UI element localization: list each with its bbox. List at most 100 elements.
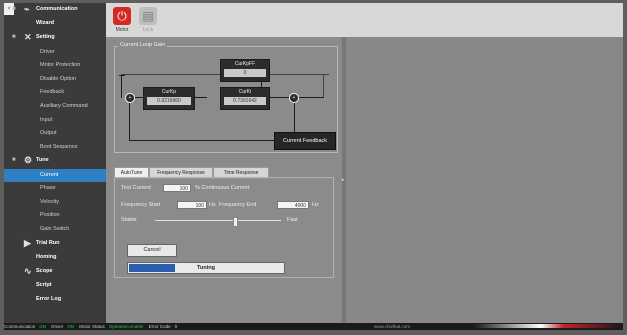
stable-label: Stable: [121, 217, 137, 223]
sidebar-item-output[interactable]: Output: [4, 127, 106, 140]
status-motor-label: Motor Status: [79, 324, 105, 329]
sidebar-item-driver[interactable]: Driver: [4, 46, 106, 59]
sidebar-item-homing[interactable]: Homing: [4, 251, 106, 264]
sidebar-item-phase[interactable]: Phase: [4, 182, 106, 195]
sidebar-item-scope[interactable]: Scope ∿: [4, 265, 106, 278]
freq-end-unit: Hz: [312, 202, 319, 208]
sidebar-item-label: Homing: [36, 253, 57, 260]
wire: [121, 74, 122, 98]
status-driver-value: ON: [67, 324, 75, 329]
tuning-slider-track[interactable]: [155, 220, 281, 221]
status-driver-label: Driver: [51, 324, 64, 329]
sidebar-item-label: Driver: [40, 48, 55, 55]
status-error-label: Error Code: [148, 324, 171, 329]
sidebar-item-label: Communication: [36, 6, 78, 12]
cancel-button[interactable]: Cancel: [127, 244, 177, 257]
current-feedback-block: Current Feedback: [274, 132, 336, 150]
summing-junction: +: [125, 93, 135, 103]
status-error-value: 0: [174, 324, 178, 329]
sidebar-item-tune[interactable]: Tune ⚙ ■: [4, 154, 106, 167]
sidebar: ‹ Communication ⌁ ■ Wizard Setting ✕ ■ Driver Mo…: [4, 3, 106, 323]
test-current-label: Test Current: [121, 185, 151, 191]
sidebar-item-disable-option[interactable]: Disable Option: [4, 73, 106, 86]
lock-label: Lock: [142, 27, 154, 33]
tuning-panel: Current Loop Gain + + CurKpFF 0 CurKp 0.…: [106, 37, 342, 323]
power-icon: ⏻: [113, 7, 131, 25]
sidebar-item-setting[interactable]: Setting ✕ ■: [4, 31, 106, 44]
curki-block: CurKi 0.7391642: [220, 87, 270, 110]
sidebar-item-label: Motor Protection: [40, 62, 81, 69]
freq-start-input[interactable]: 100: [177, 201, 207, 209]
sidebar-item-label: Auxiliary Command: [40, 103, 88, 109]
sidebar-item-label: Wizard: [36, 20, 54, 27]
sidebar-item-label: Output: [40, 130, 57, 137]
wire: [299, 97, 324, 98]
wire: [323, 74, 324, 98]
sidebar-item-label: Scope: [36, 268, 53, 274]
sidebar-item-communication[interactable]: Communication ⌁ ■: [4, 3, 106, 16]
test-current-input[interactable]: 100: [163, 184, 191, 192]
expand-icon[interactable]: ■: [12, 31, 16, 44]
curkp-block: CurKp 0.9219960: [143, 87, 195, 110]
wire: [294, 102, 295, 132]
curki-label: CurKi: [238, 89, 252, 95]
expand-icon[interactable]: ■: [12, 3, 16, 16]
fast-label: Fast: [287, 217, 298, 223]
curkpff-field[interactable]: 0: [224, 69, 266, 77]
wire: [195, 97, 207, 98]
motor-button[interactable]: ⏻ Motor: [110, 6, 134, 36]
tuning-progress-bar: Tuning: [127, 262, 285, 274]
current-loop-gain-group: Current Loop Gain + + CurKpFF 0 CurKp 0.…: [114, 42, 338, 153]
curkp-field[interactable]: 0.9219960: [147, 97, 191, 105]
sidebar-item-auxiliary-command[interactable]: Auxiliary Command: [4, 100, 106, 113]
sidebar-item-label: Gain Switch: [40, 226, 70, 232]
expand-icon[interactable]: ■: [12, 154, 16, 167]
plug-icon: ⌁: [24, 4, 30, 14]
sidebar-item-motor-protection[interactable]: Motor Protection: [4, 59, 106, 72]
scope-icon: ∿: [24, 266, 32, 276]
freq-end-input[interactable]: 4000: [277, 201, 309, 209]
summing-junction: +: [289, 93, 299, 103]
sidebar-item-wizard[interactable]: Wizard: [4, 17, 106, 30]
freq-end-label: Frequency End: [219, 202, 257, 208]
sidebar-item-label: Script: [36, 282, 52, 289]
status-communication-value: ON: [39, 324, 47, 329]
sidebar-item-label: Boot Sequence: [40, 143, 78, 150]
curkp-label: CurKp: [161, 89, 177, 95]
sidebar-item-label: Input: [40, 116, 53, 123]
sidebar-item-label: Trial Run: [36, 239, 60, 246]
tuning-slider-thumb[interactable]: [233, 217, 238, 227]
sidebar-item-current[interactable]: Current: [4, 168, 106, 182]
test-current-unit: % Continuous Current: [195, 185, 250, 191]
sidebar-item-label: Error Log: [36, 296, 62, 303]
wire: [267, 97, 289, 98]
group-title: Current Loop Gain: [118, 42, 168, 48]
freq-start-unit: Hz: [209, 202, 216, 208]
curki-field[interactable]: 0.7391642: [224, 97, 266, 105]
wire: [129, 140, 274, 141]
sidebar-item-label: Velocity: [40, 198, 59, 205]
lock-icon: ▤: [139, 7, 157, 25]
sidebar-item-input[interactable]: Input: [4, 114, 106, 127]
input-line: [119, 75, 125, 76]
sidebar-item-label: Setting: [36, 34, 55, 41]
autotune-pane: Test Current 100 % Continuous Current Fr…: [114, 177, 334, 278]
lock-button[interactable]: ▤ Lock: [136, 6, 160, 36]
sidebar-item-script[interactable]: Script: [4, 279, 106, 292]
sidebar-item-error-log[interactable]: Error Log: [4, 293, 106, 306]
sidebar-item-label: Tune: [36, 157, 49, 164]
wire: [129, 102, 130, 140]
tune-icon: ⚙: [24, 155, 33, 166]
plot-area: [346, 37, 623, 323]
sidebar-item-boot-sequence[interactable]: Boot Sequence: [4, 141, 106, 154]
progress-label: Tuning: [197, 265, 215, 271]
sidebar-item-trial-run[interactable]: Trial Run ▶: [4, 237, 106, 250]
sidebar-item-velocity[interactable]: Velocity: [4, 196, 106, 209]
sidebar-item-feedback[interactable]: Feedback: [4, 86, 106, 99]
status-bar: Communication ON Driver ON Motor Status Ope…: [4, 323, 623, 330]
sidebar-item-label: Feedback: [40, 89, 65, 96]
sidebar-item-position[interactable]: Position: [4, 209, 106, 222]
sidebar-item-gain-switch[interactable]: Gain Switch: [4, 223, 106, 236]
curkpff-label: CurKpFF: [234, 61, 256, 67]
freq-start-label: Frequency Start: [121, 202, 161, 208]
